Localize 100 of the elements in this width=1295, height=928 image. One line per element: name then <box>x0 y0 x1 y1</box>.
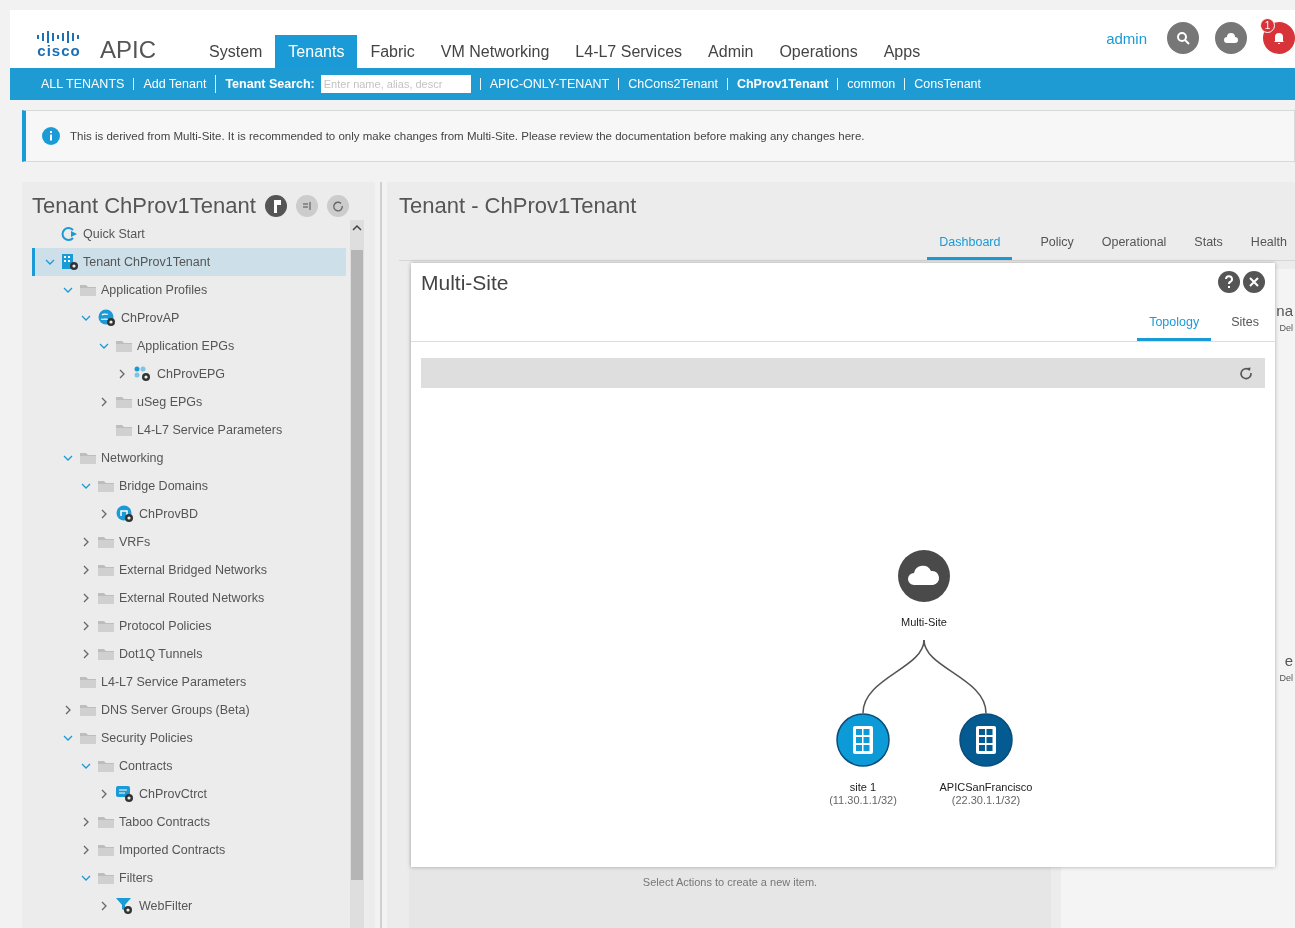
alert-count: 1 <box>1260 18 1275 33</box>
site-node[interactable] <box>836 713 890 767</box>
chevron-right-icon[interactable] <box>81 621 91 631</box>
tree-item[interactable]: External Routed Networks <box>32 584 346 612</box>
tenant-badge-icon[interactable] <box>264 195 287 217</box>
folder-icon <box>97 815 115 829</box>
logo-word: cisco <box>37 44 81 58</box>
nav-tab[interactable]: System <box>196 35 276 68</box>
chevron-right-icon[interactable] <box>81 649 91 659</box>
chevron-right-icon[interactable] <box>81 593 91 603</box>
tree-item[interactable]: Application Profiles <box>32 276 346 304</box>
play-circle-icon <box>61 226 79 242</box>
globe-gear-icon <box>97 309 117 327</box>
chevron-right-icon[interactable] <box>99 509 109 519</box>
funnel-gear-icon <box>115 897 135 915</box>
folder-icon <box>79 703 97 717</box>
nav-tab[interactable]: VM Networking <box>427 35 563 68</box>
nav-tab[interactable]: L4-L7 Services <box>562 35 696 68</box>
nav-tab[interactable]: Operations <box>766 35 871 68</box>
tree-item[interactable]: Filters <box>32 864 346 892</box>
cloud-node[interactable] <box>898 550 950 602</box>
dialog-tab[interactable]: Sites <box>1219 311 1271 341</box>
chevron-right-icon[interactable] <box>81 845 91 855</box>
product-name: APIC <box>100 36 156 64</box>
tree-item[interactable]: uSeg EPGs <box>32 388 346 416</box>
tree-item[interactable]: ChProvEPG <box>32 360 346 388</box>
refresh-icon[interactable] <box>1239 366 1253 380</box>
chevron-right-icon[interactable] <box>63 705 73 715</box>
tree-item[interactable]: External Bridged Networks <box>32 556 346 584</box>
folder-icon <box>97 647 115 661</box>
cut-text: Del <box>1279 674 1293 683</box>
tree-item[interactable]: WebFilter <box>32 892 346 920</box>
node-address: (22.30.1.1/32) <box>951 794 1021 806</box>
chevron-right-icon[interactable] <box>81 537 91 547</box>
folder-icon <box>97 759 115 773</box>
view-tab[interactable]: Stats <box>1194 229 1223 260</box>
folder-icon <box>115 339 133 353</box>
folder-icon <box>115 395 133 409</box>
tree-item[interactable]: Bridge Domains <box>32 472 346 500</box>
tree-item[interactable]: VRFs <box>32 528 346 556</box>
tree-item[interactable]: L4-L7 Service Parameters <box>32 416 346 444</box>
chevron-down-icon[interactable] <box>63 285 73 295</box>
refresh-button[interactable] <box>326 195 349 217</box>
nav-tab[interactable]: Apps <box>870 35 934 68</box>
tenant-search-field[interactable]: Enter name, alias, descr <box>320 75 471 93</box>
chevron-down-icon[interactable] <box>63 733 73 743</box>
chevron-right-icon[interactable] <box>99 397 109 407</box>
dots-gear-icon <box>133 365 153 383</box>
cloud-button[interactable] <box>1215 22 1247 54</box>
view-tab[interactable]: Health <box>1250 229 1287 260</box>
view-tab[interactable]: Policy <box>1040 229 1074 260</box>
info-icon <box>42 127 60 145</box>
banner-text: This is derived from Multi-Site. It is recommended to only make changes from Multi-Site. Please review the documentation before making any changes here. <box>70 130 865 142</box>
chevron-right-icon[interactable] <box>81 817 91 827</box>
nav-tab[interactable]: Admin <box>695 35 767 68</box>
tree-item[interactable]: ChProvAP <box>32 304 346 332</box>
tree-item[interactable]: Networking <box>32 444 346 472</box>
help-icon[interactable] <box>1218 271 1240 293</box>
tree-item[interactable]: ChProvCtrct <box>32 780 346 808</box>
chevron-right-icon[interactable] <box>99 789 109 799</box>
search-button[interactable] <box>1167 22 1199 54</box>
tree-item[interactable]: DNS Server Groups (Beta) <box>32 696 346 724</box>
chevron-down-icon[interactable] <box>63 453 73 463</box>
tree-item[interactable]: Tenant ChProv1Tenant <box>32 248 346 276</box>
circle-gear-icon <box>115 505 135 523</box>
chevron-down-icon[interactable] <box>81 313 91 323</box>
tree-item[interactable]: Application EPGs <box>32 332 346 360</box>
quick-start-link[interactable]: Quick Start <box>32 220 346 248</box>
folder-icon <box>79 731 97 745</box>
collapse-button[interactable] <box>295 195 318 217</box>
tree-item[interactable]: Dot1Q Tunnels <box>32 640 346 668</box>
close-icon[interactable] <box>1243 271 1265 293</box>
bell-icon <box>1272 31 1286 45</box>
folder-icon <box>97 843 115 857</box>
scroll-up-icon[interactable] <box>352 224 362 232</box>
nav-tab[interactable]: Fabric <box>357 35 428 68</box>
folder-icon <box>115 423 133 437</box>
node-label: APICSanFrancisco <box>939 781 1033 793</box>
tree-item[interactable]: Contracts <box>32 752 346 780</box>
cloud-icon <box>1223 32 1239 44</box>
chevron-right-icon[interactable] <box>81 565 91 575</box>
tree-item[interactable]: Security Policies <box>32 724 346 752</box>
scrollbar-track[interactable] <box>350 220 364 928</box>
tree-item[interactable]: Taboo Contracts <box>32 808 346 836</box>
tree-item[interactable]: L4-L7 Service Parameters <box>32 668 346 696</box>
view-tab[interactable]: Operational <box>1101 229 1167 260</box>
chevron-down-icon[interactable] <box>81 761 91 771</box>
chevron-right-icon[interactable] <box>99 901 109 911</box>
chevron-down-icon[interactable] <box>99 341 109 351</box>
scrollbar-thumb[interactable] <box>351 250 363 880</box>
chevron-down-icon[interactable] <box>81 873 91 883</box>
building-gear-icon <box>61 253 79 271</box>
folder-icon <box>97 619 115 633</box>
site-node[interactable] <box>959 713 1013 767</box>
tree-item[interactable]: Protocol Policies <box>32 612 346 640</box>
tree-item[interactable]: Imported Contracts <box>32 836 346 864</box>
chevron-down-icon[interactable] <box>81 481 91 491</box>
chevron-right-icon[interactable] <box>117 369 127 379</box>
tree-item[interactable]: ChProvBD <box>32 500 346 528</box>
node-label: site 1 <box>849 781 877 793</box>
